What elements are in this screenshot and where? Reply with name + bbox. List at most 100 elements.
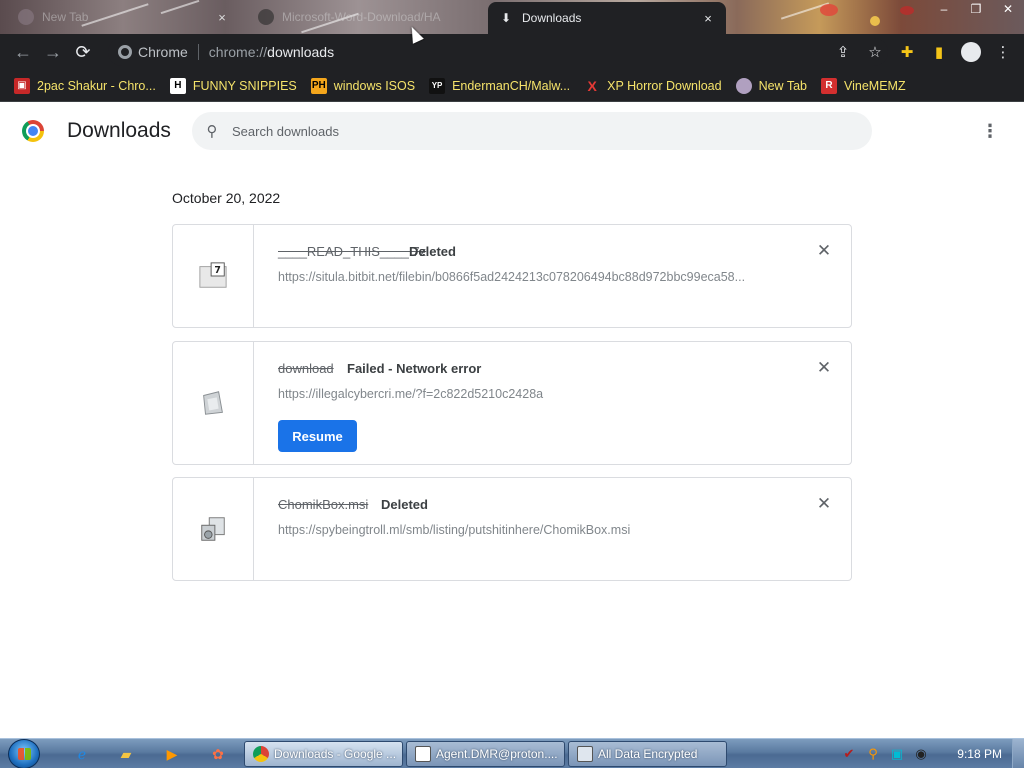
svg-text:7: 7	[214, 265, 221, 276]
download-url[interactable]: https://situla.bitbit.net/filebin/b0866f…	[278, 270, 778, 284]
more-actions-icon[interactable]: ⋮	[980, 121, 1000, 141]
bookmark-new-tab[interactable]: New Tab	[735, 77, 807, 94]
file-name[interactable]: ChomikBox.msi	[278, 497, 368, 512]
downloads-page: Downloads ⚲ ⋮ October 20, 2022 7 ____REA…	[0, 103, 1024, 737]
volume-icon[interactable]: ◉	[912, 745, 930, 763]
installer-file-icon	[201, 517, 225, 541]
menu-icon[interactable]: ⋮	[992, 41, 1014, 63]
clock[interactable]: 9:18 PM	[957, 747, 1002, 761]
bookmarks-bar: ▣ 2pac Shakur - Chro... H FUNNY SNIPPIES…	[0, 70, 1024, 102]
search-tray-icon[interactable]: ⚲	[864, 745, 882, 763]
file-name[interactable]: ____READ_THIS____.7z	[278, 244, 426, 259]
date-header: October 20, 2022	[172, 190, 281, 206]
bookmark-label: EndermanCH/Malw...	[452, 78, 571, 93]
taskbar-label: Downloads - Google ...	[274, 747, 397, 761]
site-chip: Chrome	[138, 44, 188, 60]
bookmark-vinememz[interactable]: R VineMEMZ	[821, 77, 906, 94]
chrome-icon	[18, 9, 34, 25]
taskbar-button-agent-dmr[interactable]: Agent.DMR@proton....	[406, 741, 565, 767]
download-item: download Failed - Network error https://…	[172, 341, 852, 465]
search-box[interactable]: ⚲	[192, 112, 872, 150]
taskbar-label: All Data Encrypted	[598, 747, 698, 761]
side-panel-icon[interactable]: ▮	[928, 41, 950, 63]
bookmark-2pac-shakur[interactable]: ▣ 2pac Shakur - Chro...	[14, 77, 156, 94]
download-url[interactable]: https://illegalcybercri.me/?f=2c822d5210…	[278, 387, 778, 401]
archive-file-icon: 7	[199, 262, 227, 288]
remove-icon[interactable]: ✕	[815, 495, 833, 513]
share-icon[interactable]: ⇪	[832, 41, 854, 63]
download-icon: ⬇	[500, 11, 512, 25]
taskbar-button-downloads[interactable]: Downloads - Google ...	[244, 741, 403, 767]
close-icon[interactable]: ×	[700, 11, 716, 26]
search-input[interactable]	[232, 123, 832, 139]
tab-strip: New Tab × Microsoft-Word-Download/HA ⬇ D…	[0, 0, 1024, 34]
bookmark-label: New Tab	[758, 78, 807, 93]
reload-icon[interactable]: ⟳	[68, 37, 98, 67]
file-icon-column: 7	[173, 225, 254, 327]
media-player-icon[interactable]: ▶	[160, 743, 184, 765]
network-icon[interactable]: ▣	[888, 745, 906, 763]
paint-icon[interactable]: ✿	[206, 743, 230, 765]
ph-logo-icon: PH	[310, 77, 327, 94]
remove-icon[interactable]: ✕	[815, 359, 833, 377]
tab-title: Microsoft-Word-Download/HA	[282, 10, 441, 24]
bookmark-label: VineMEMZ	[844, 78, 906, 93]
bookmark-label: FUNNY SNIPPIES	[192, 78, 297, 93]
internet-explorer-icon[interactable]: ℯ	[70, 743, 94, 765]
download-status: Failed - Network error	[347, 361, 482, 376]
download-status: Deleted	[381, 497, 428, 512]
taskbar-label: Agent.DMR@proton....	[436, 747, 558, 761]
generic-file-icon	[203, 391, 223, 415]
bookmark-funny-snippies[interactable]: H FUNNY SNIPPIES	[169, 77, 297, 94]
file-name[interactable]: download	[278, 361, 334, 376]
r-logo-icon: R	[821, 77, 837, 94]
tab-title: New Tab	[42, 10, 89, 24]
flag-icon[interactable]: ✔	[840, 745, 858, 763]
forward-icon[interactable]: →	[38, 37, 68, 67]
globe-icon	[735, 77, 752, 94]
yp-logo-icon: YP	[429, 77, 446, 94]
file-icon-column	[173, 342, 254, 464]
chrome-site-icon	[118, 45, 132, 59]
toolbar: ← → ⟳ Chrome chrome://downloads ⇪ ☆ ✚ ▮ …	[0, 34, 1024, 70]
restore-icon[interactable]: ❐	[960, 0, 992, 18]
extensions-icon[interactable]: ✚	[896, 41, 918, 63]
profile-avatar-icon[interactable]	[960, 41, 982, 63]
tab-downloads[interactable]: ⬇ Downloads ×	[488, 2, 726, 34]
resume-button[interactable]: Resume	[278, 420, 357, 452]
page-header: Downloads ⚲ ⋮	[0, 103, 1024, 159]
download-status: Deleted	[409, 244, 456, 259]
back-icon[interactable]: ←	[8, 37, 38, 67]
remove-icon[interactable]: ✕	[815, 242, 833, 260]
taskbar: ℯ ▰ ▶ ✿ Downloads - Google ... Agent.DMR…	[0, 738, 1024, 768]
explorer-folder-icon[interactable]: ▰	[114, 743, 138, 765]
toolbar-actions: ⇪ ☆ ✚ ▮ ⋮	[832, 38, 1014, 66]
divider	[197, 44, 199, 60]
tab-microsoft-word-download[interactable]: Microsoft-Word-Download/HA	[248, 2, 480, 32]
close-window-icon[interactable]: ✕	[992, 0, 1024, 18]
h-letter-icon: H	[169, 77, 186, 94]
chrome-icon	[253, 746, 269, 762]
bookmark-windows-isos[interactable]: PH windows ISOS	[310, 77, 415, 94]
minimize-icon[interactable]: –	[928, 0, 960, 18]
window-controls: – ❐ ✕	[928, 0, 1024, 20]
tab-new-tab[interactable]: New Tab ×	[8, 2, 240, 32]
bookmark-label: XP Horror Download	[607, 78, 722, 93]
file-icon-column	[173, 478, 254, 580]
x-logo-icon: X	[587, 77, 597, 94]
star-icon[interactable]: ☆	[864, 41, 886, 63]
download-url[interactable]: https://spybeingtroll.ml/smb/listing/put…	[278, 523, 778, 537]
address-bar[interactable]: Chrome chrome://downloads	[108, 38, 888, 66]
search-icon: ⚲	[206, 123, 218, 140]
bookmark-endermanch[interactable]: YP EndermanCH/Malw...	[429, 77, 571, 94]
taskbar-button-all-data-encrypted[interactable]: All Data Encrypted	[568, 741, 727, 767]
download-item: 7 ____READ_THIS____.7z Deleted https://s…	[172, 224, 852, 328]
show-desktop-button[interactable]	[1012, 739, 1024, 768]
close-icon[interactable]: ×	[214, 10, 230, 25]
tab-title: Downloads	[522, 11, 582, 25]
start-button[interactable]	[8, 739, 40, 768]
url-scheme: chrome://	[208, 44, 268, 60]
bookmark-label: 2pac Shakur - Chro...	[37, 78, 156, 93]
url-host: downloads	[267, 44, 335, 60]
bookmark-xp-horror-download[interactable]: X XP Horror Download	[584, 77, 722, 94]
